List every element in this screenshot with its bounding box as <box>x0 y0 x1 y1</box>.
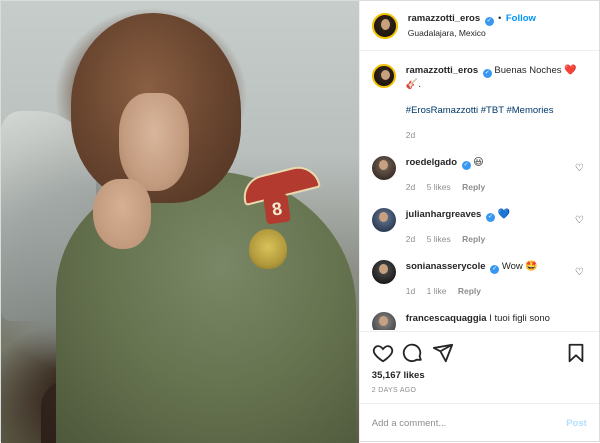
bookmark-icon[interactable] <box>565 342 587 364</box>
red-heart-emoji: ❤️ <box>564 65 577 76</box>
posted-time: 2 DAYS AGO <box>371 387 417 394</box>
verified-badge-icon: ✓ <box>490 265 500 274</box>
comment-item: francescaquaggia I tuoi figli sono <box>371 312 589 330</box>
reply-button[interactable]: Reply <box>462 182 485 192</box>
comment-item: julianhargreaves ✓ 💙 2d 5 likes Reply ♡ <box>371 208 589 246</box>
reply-button[interactable]: Reply <box>462 234 485 244</box>
verified-badge-icon: ✓ <box>461 161 471 170</box>
caption-avatar[interactable] <box>371 64 396 88</box>
verified-badge-icon: ✓ <box>482 69 492 78</box>
comment-text: Wow <box>501 261 523 272</box>
post-location[interactable]: Guadalajara, Mexico <box>408 26 536 40</box>
like-comment-heart-icon[interactable]: ♡ <box>575 216 585 226</box>
post-actions: 35,167 likes 2 DAYS AGO <box>359 331 599 394</box>
star-struck-emoji: 🤩 <box>525 261 538 272</box>
caption-hashtags[interactable]: #ErosRamazzotti #TBT #Memories <box>406 104 589 118</box>
commenter-avatar[interactable] <box>371 208 396 232</box>
comment-time: 1d <box>405 286 416 296</box>
heart-icon[interactable] <box>372 342 394 364</box>
caption-body: ramazzotti_eros ✓ Buenas Noches ❤️ 🎸. #E… <box>406 64 589 142</box>
post-header: ramazzotti_eros ✓ • Follow Guadalajara, … <box>359 1 599 51</box>
author-avatar[interactable] <box>371 12 398 39</box>
post-side-panel: ramazzotti_eros ✓ • Follow Guadalajara, … <box>358 1 599 443</box>
comment-body: francescaquaggia I tuoi figli sono <box>406 312 589 326</box>
commenter-avatar[interactable] <box>371 312 396 330</box>
add-comment-bar: Post <box>359 403 599 443</box>
header-text: ramazzotti_eros ✓ • Follow Guadalajara, … <box>408 11 536 40</box>
commenter-avatar[interactable] <box>371 156 396 180</box>
comment-body: sonianasserycole ✓ Wow 🤩 1d 1 like Reply <box>406 260 589 298</box>
photo-face <box>119 93 189 191</box>
add-comment-input[interactable] <box>371 418 567 429</box>
action-icons <box>372 342 587 364</box>
likes-count[interactable]: 35,167 likes <box>372 370 587 381</box>
comment-meta: 2d 5 likes Reply <box>406 232 589 246</box>
caption-username[interactable]: ramazzotti_eros <box>406 65 478 76</box>
caption: ramazzotti_eros ✓ Buenas Noches ❤️ 🎸. #E… <box>371 64 589 142</box>
commenter-username[interactable]: roedelgado <box>406 157 457 168</box>
caption-text: Buenas Noches <box>494 65 562 76</box>
comment-time: 2d <box>405 234 416 244</box>
comment-icon[interactable] <box>402 342 424 364</box>
header-separator: • <box>498 13 502 23</box>
blue-heart-emoji: 💙 <box>497 209 511 220</box>
photo-patch-number: 8 <box>263 193 291 225</box>
post-photo[interactable]: 8 <box>1 1 359 443</box>
author-username[interactable]: ramazzotti_eros <box>408 13 480 24</box>
instagram-post: 8 ramazzotti_eros ✓ • Follow Guadalajara… <box>0 0 600 443</box>
comment-meta: 2d 5 likes Reply <box>406 180 589 194</box>
verified-badge-icon: ✓ <box>484 17 494 26</box>
comments-list[interactable]: ramazzotti_eros ✓ Buenas Noches ❤️ 🎸. #E… <box>360 52 599 330</box>
comment-likes[interactable]: 5 likes <box>427 234 451 244</box>
reply-button[interactable]: Reply <box>458 286 481 296</box>
comment-meta: 1d 1 like Reply <box>406 284 589 298</box>
verified-badge-icon: ✓ <box>485 213 495 222</box>
follow-button[interactable]: Follow <box>506 13 536 24</box>
post-comment-button[interactable]: Post <box>566 418 587 429</box>
commenter-username[interactable]: julianhargreaves <box>406 209 482 220</box>
guitar-emoji: 🎸. <box>405 79 422 90</box>
comment-likes[interactable]: 5 likes <box>427 182 451 192</box>
like-comment-heart-icon[interactable]: ♡ <box>575 164 585 174</box>
like-comment-heart-icon[interactable]: ♡ <box>575 268 585 278</box>
comment-likes[interactable]: 1 like <box>427 286 447 296</box>
commenter-username[interactable]: sonianasserycole <box>406 261 486 272</box>
photo-hand <box>93 179 151 249</box>
commenter-avatar[interactable] <box>371 260 396 284</box>
photo-badge <box>249 229 287 269</box>
commenter-username[interactable]: francescaquaggia <box>406 313 487 324</box>
smiley-emoji: 😃 <box>473 157 484 168</box>
comment-body: roedelgado ✓ 😃 2d 5 likes Reply <box>406 156 589 194</box>
caption-time: 2d <box>405 130 416 140</box>
comment-time: 2d <box>405 182 416 192</box>
share-icon[interactable] <box>432 342 454 364</box>
comment-item: roedelgado ✓ 😃 2d 5 likes Reply ♡ <box>371 156 589 194</box>
comment-text: I tuoi figli sono <box>489 313 550 324</box>
comment-body: julianhargreaves ✓ 💙 2d 5 likes Reply <box>406 208 589 246</box>
comment-item: sonianasserycole ✓ Wow 🤩 1d 1 like Reply… <box>371 260 589 298</box>
